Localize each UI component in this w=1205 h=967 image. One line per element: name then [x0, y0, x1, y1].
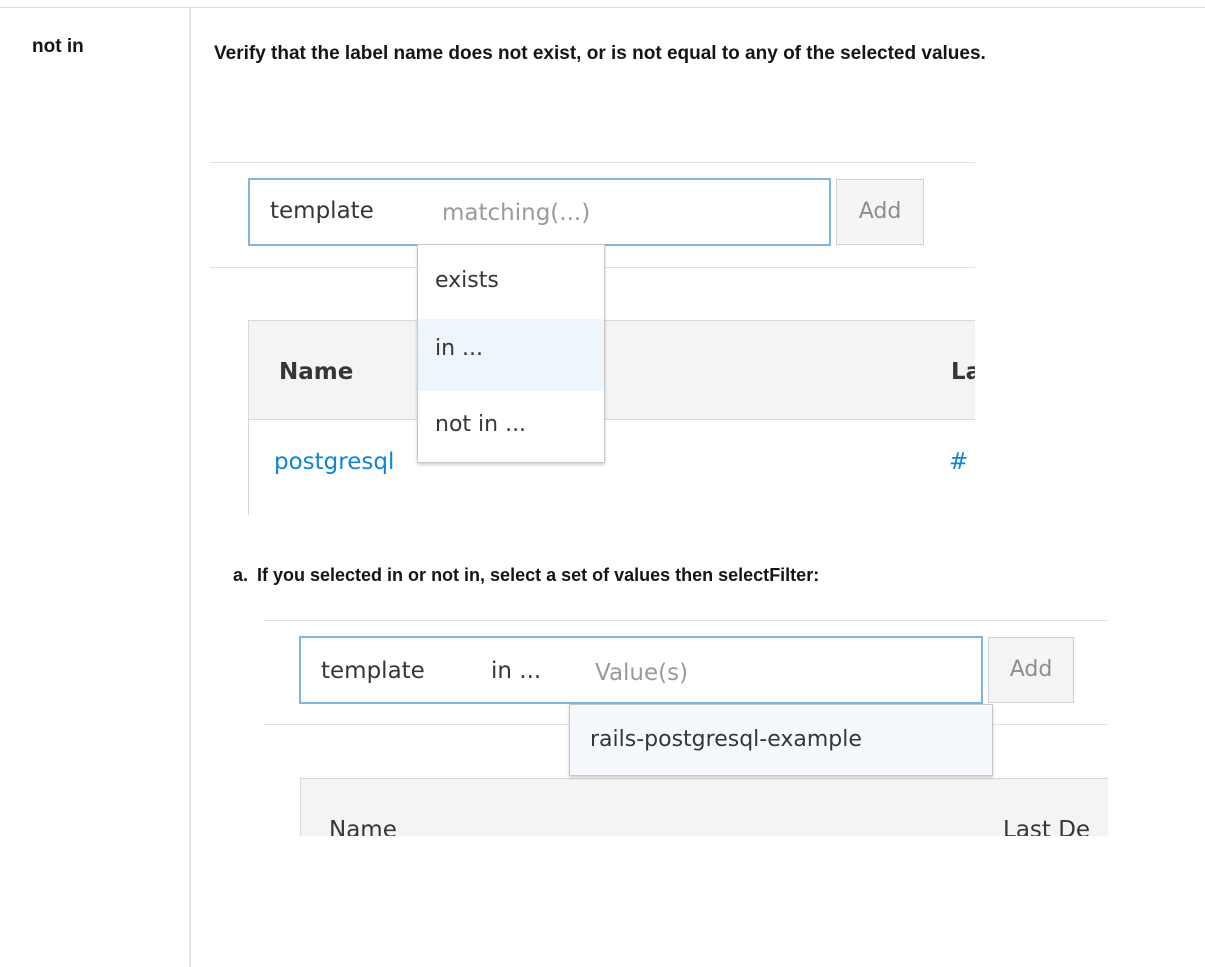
screenshot-filter-operator-menu: template matching(...) Add Name La postg…: [210, 160, 975, 515]
term-description: Verify that the label name does not exis…: [214, 43, 986, 64]
step-text-1: If you selected: [257, 565, 388, 585]
menu-item-not-in[interactable]: not in ...: [418, 395, 604, 455]
column-divider: [189, 7, 191, 967]
column-header-name[interactable]: Name: [279, 359, 353, 385]
column-header-last[interactable]: Last De: [1003, 817, 1090, 836]
menu-item-in[interactable]: in ...: [418, 319, 604, 391]
step-text-2: or: [403, 565, 432, 585]
step-bold-not-in: not in: [431, 565, 481, 585]
suggestion-item[interactable]: rails-postgresql-example: [570, 711, 992, 769]
divider-top: [210, 162, 975, 163]
filter-input[interactable]: template in ... Value(s): [299, 636, 983, 704]
filter-key: template: [270, 198, 374, 224]
column-header-last[interactable]: La: [951, 359, 975, 385]
filter-operator: in ...: [491, 658, 542, 684]
menu-item-exists[interactable]: exists: [418, 251, 604, 311]
step-text-3: , select a set of values then select: [480, 565, 770, 585]
column-header-name[interactable]: Name: [329, 817, 397, 836]
step-text-4: :: [813, 565, 820, 585]
operator-dropdown-menu: exists in ... not in ...: [417, 244, 605, 463]
step-bold-in: in: [387, 565, 404, 585]
filter-placeholder: matching(...): [442, 200, 591, 226]
term-label: not in: [32, 36, 84, 57]
screenshot-filter-values: template in ... Value(s) Add Name Last D…: [263, 618, 1108, 836]
filter-key: template: [321, 658, 425, 684]
results-table: Name La postgresql #: [248, 320, 975, 515]
value-suggestion-menu: rails-postgresql-example: [569, 704, 993, 776]
add-button[interactable]: Add: [988, 637, 1074, 703]
divider-top: [263, 620, 1108, 621]
step-a: a. If you selected in or not in, select a…: [233, 565, 819, 586]
table-header: Name Last De: [301, 779, 1108, 836]
step-bold-filter: Filter: [769, 565, 814, 585]
step-label: a.: [233, 565, 249, 585]
row-extra-link[interactable]: #: [949, 449, 968, 475]
table-header: Name La: [249, 321, 975, 420]
row-name-link[interactable]: postgresql: [274, 449, 394, 475]
table-top-rule: [0, 7, 1205, 8]
results-table: Name Last De: [300, 778, 1108, 836]
add-button[interactable]: Add: [836, 179, 924, 245]
filter-input[interactable]: template matching(...): [248, 178, 831, 246]
filter-placeholder: Value(s): [595, 660, 689, 686]
